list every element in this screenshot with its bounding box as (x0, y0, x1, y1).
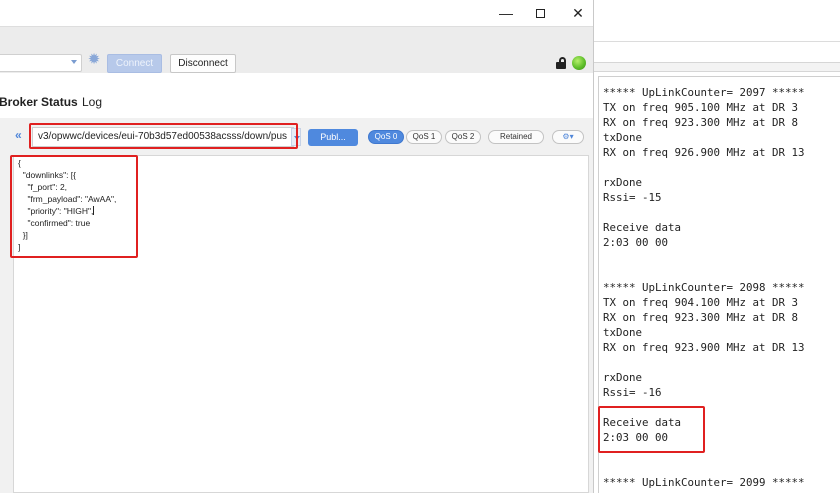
payload-highlight-box (10, 155, 138, 258)
console-line: rxDone (603, 371, 643, 384)
connection-settings-gear-icon[interactable]: ✹ (86, 52, 102, 68)
console-line: RX on freq 923.300 MHz at DR 8 (603, 311, 799, 324)
title-bar: — ✕ (0, 0, 593, 26)
console-line: 2:03 00 00 (603, 236, 669, 249)
qos-2-toggle[interactable]: QoS 2 (445, 130, 481, 144)
console-line: TX on freq 904.100 MHz at DR 3 (603, 296, 799, 309)
maximize-icon (535, 8, 545, 18)
console-window-header (594, 0, 840, 60)
mqtt-client-window: — ✕ ✹ Connect Disconnect Broker Status L… (0, 0, 594, 493)
console-line: RX on freq 923.900 MHz at DR 13 (603, 341, 805, 354)
tab-broker-status[interactable]: Broker Status (0, 95, 78, 109)
console-line: Rssi= -15 (603, 191, 662, 204)
collapse-chevron-icon[interactable]: « (15, 128, 22, 142)
console-line: ***** UpLinkCounter= 2097 ***** (603, 86, 805, 99)
console-line: rxDone (603, 176, 643, 189)
publish-button[interactable]: Publ... (308, 129, 358, 146)
console-line: txDone (603, 326, 643, 339)
qos-1-toggle[interactable]: QoS 1 (406, 130, 442, 144)
receive-data-highlight-box (598, 406, 705, 453)
connect-button[interactable]: Connect (107, 54, 162, 73)
connection-profile-select[interactable] (0, 54, 82, 72)
console-line: Receive data (603, 221, 682, 234)
console-line: txDone (603, 131, 643, 144)
console-line: ***** UpLinkCounter= 2098 ***** (603, 281, 805, 294)
console-toolbar-strip (594, 62, 840, 72)
console-line: Rssi= -16 (603, 386, 662, 399)
chevron-down-icon (71, 60, 77, 64)
qos-0-toggle[interactable]: QoS 0 (368, 130, 404, 144)
topic-highlight-box (29, 123, 298, 149)
close-button[interactable]: ✕ (556, 0, 593, 26)
console-line: RX on freq 923.300 MHz at DR 8 (603, 116, 799, 129)
connection-status-icon (572, 56, 586, 70)
console-line: TX on freq 905.100 MHz at DR 3 (603, 101, 799, 114)
unlock-icon (555, 57, 567, 69)
publish-options-gear-icon[interactable]: ⚙▾ (552, 130, 584, 144)
tab-log[interactable]: Log (82, 95, 102, 109)
disconnect-button[interactable]: Disconnect (170, 54, 236, 73)
divider (594, 41, 840, 42)
console-line: RX on freq 926.900 MHz at DR 13 (603, 146, 805, 159)
console-line: ***** UpLinkCounter= 2099 ***** (603, 476, 805, 489)
retained-toggle[interactable]: Retained (488, 130, 544, 144)
